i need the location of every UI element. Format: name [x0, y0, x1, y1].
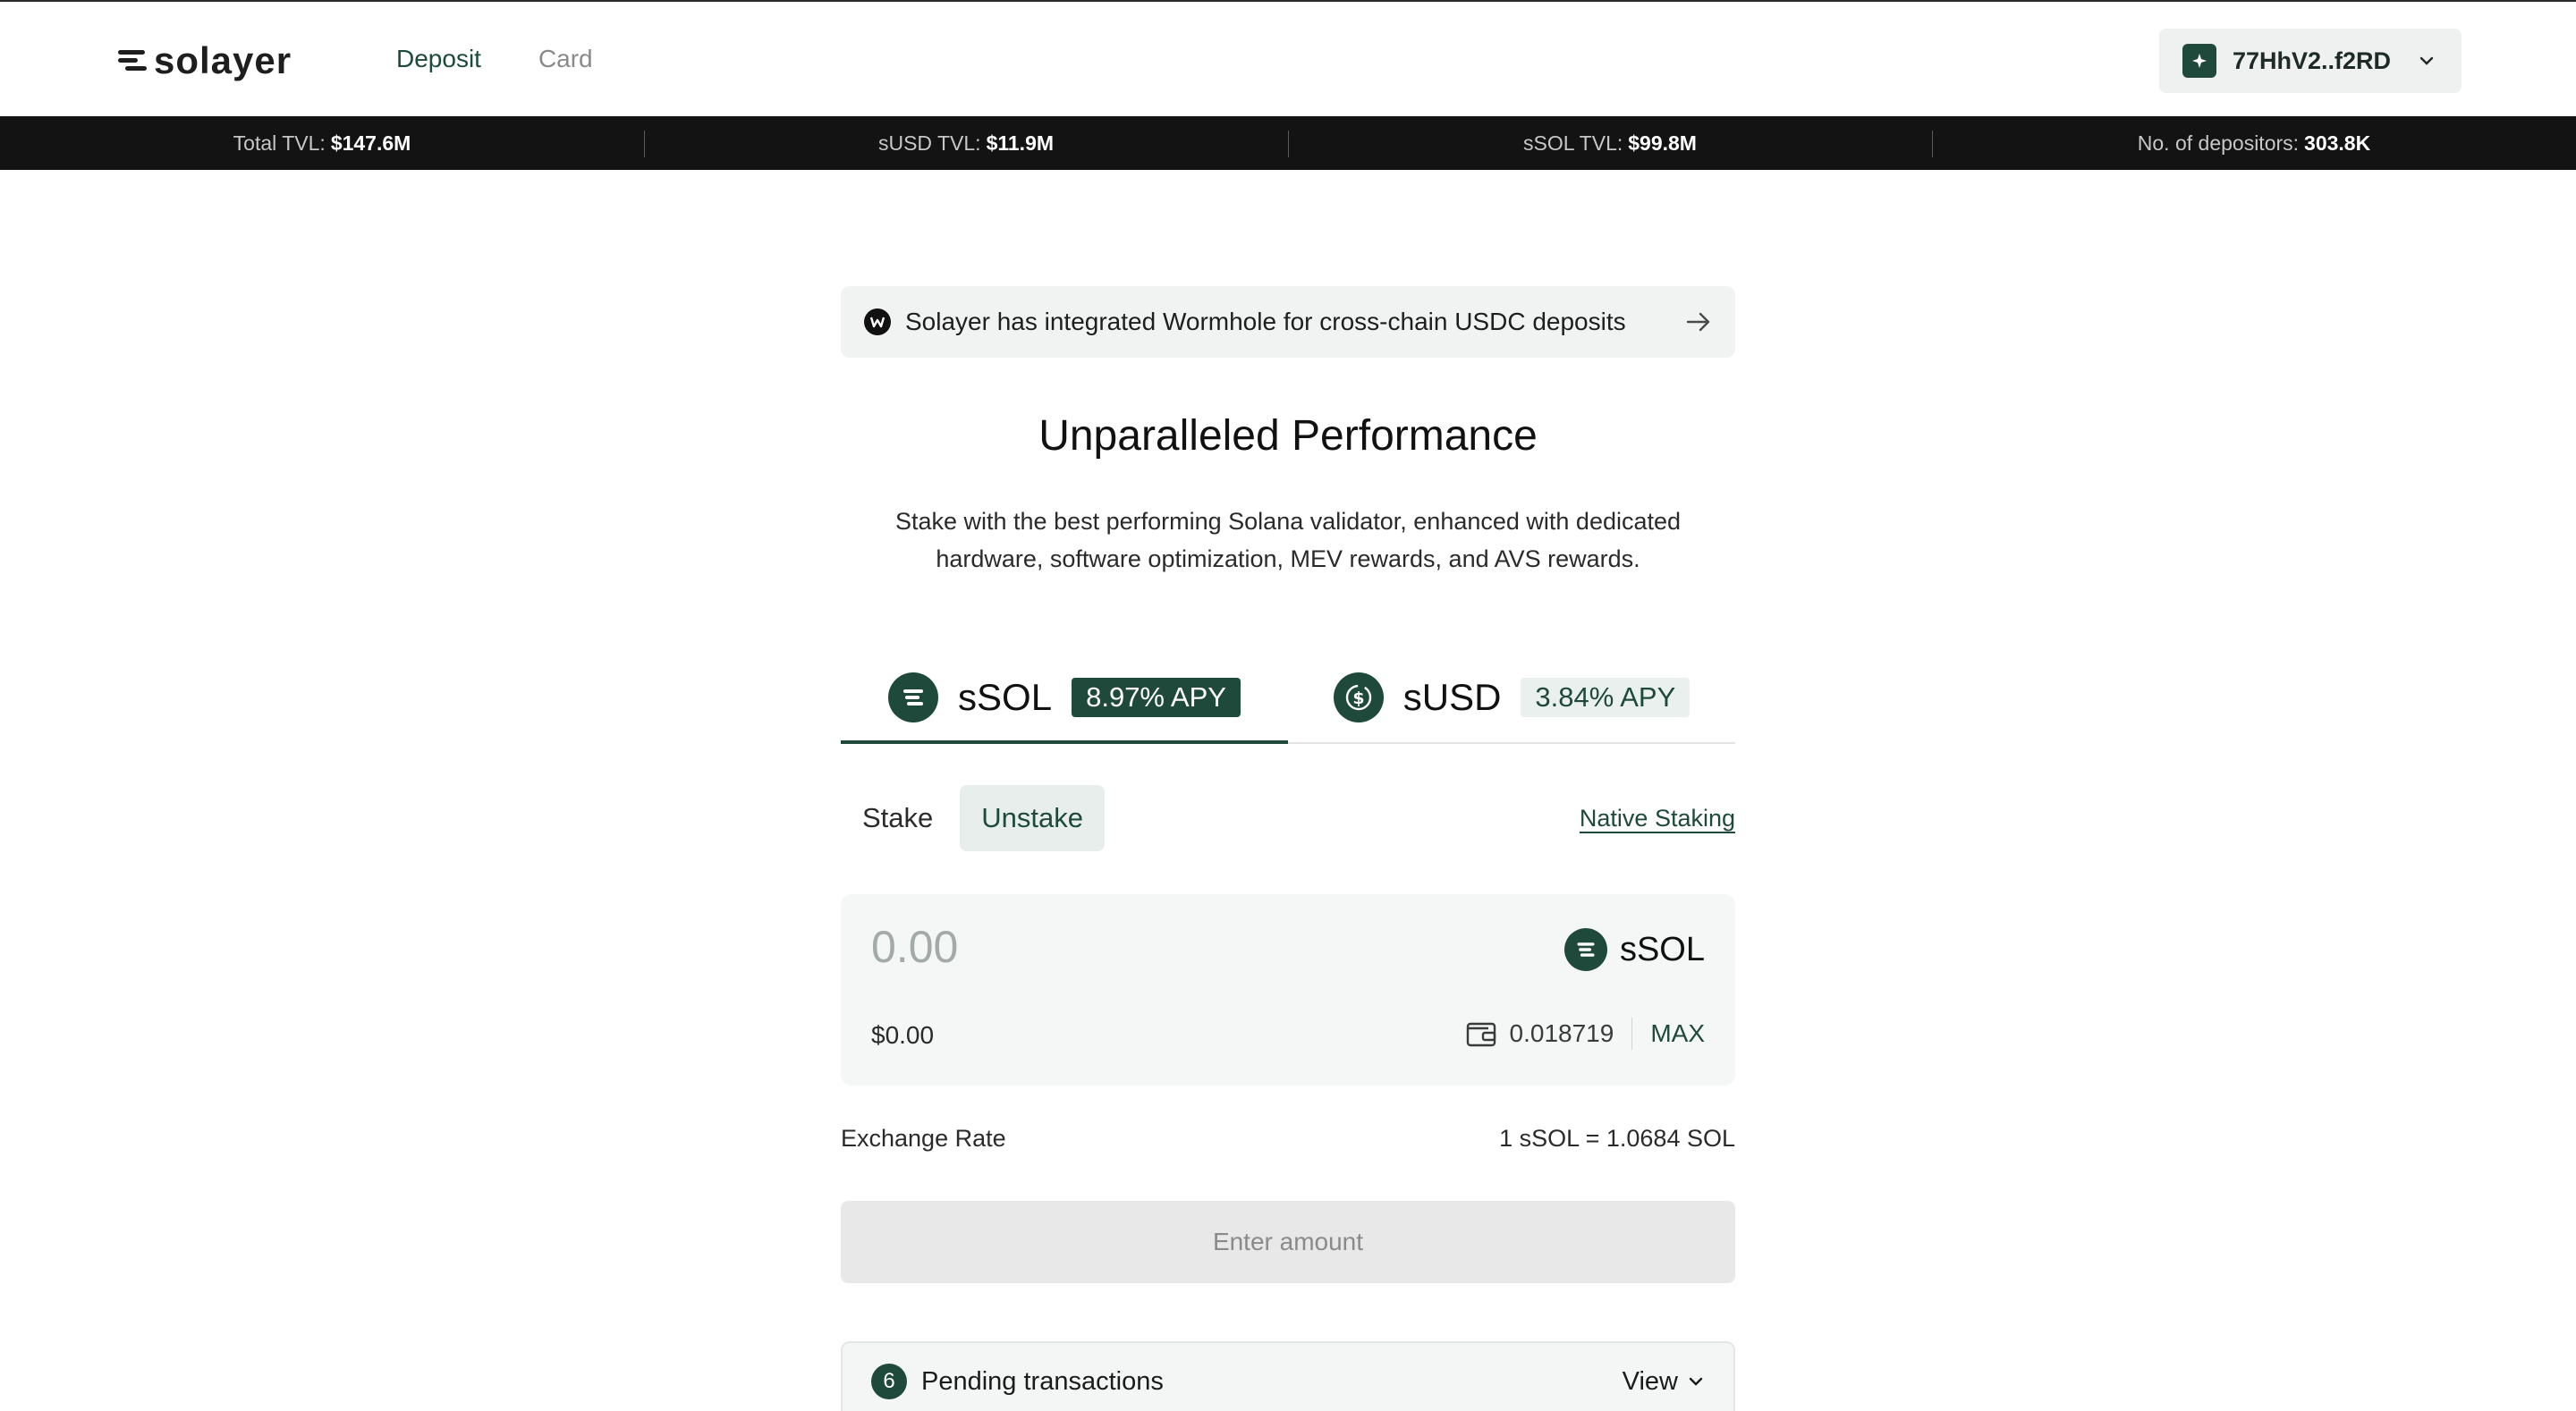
tvl-stats-bar: Total TVL: $147.6M sUSD TVL: $11.9M sSOL T… — [0, 116, 2576, 170]
stat-value: 303.8K — [2304, 131, 2371, 155]
brand-name: solayer — [154, 39, 292, 81]
tab-ssol[interactable]: sSOL 8.97% APY — [841, 653, 1288, 744]
tab-token-name: sSOL — [958, 676, 1053, 718]
stat-value: $11.9M — [986, 131, 1055, 155]
wallet-icon — [1466, 1022, 1496, 1047]
tab-susd[interactable]: $ sUSD 3.84% APY — [1288, 653, 1735, 742]
susd-token-icon: $ — [1333, 672, 1384, 722]
solayer-logo-icon — [118, 50, 147, 71]
view-button[interactable]: View — [1623, 1367, 1705, 1397]
balance-row: 0.018719 MAX — [1465, 1018, 1705, 1050]
exchange-rate-value: 1 sSOL = 1.0684 SOL — [1499, 1125, 1735, 1152]
nav-card[interactable]: Card — [538, 41, 593, 77]
amount-input-card: 0.00 sSOL $0.00 0.018719 MAX — [841, 894, 1735, 1086]
stat-ssol-tvl: sSOL TVL: $99.8M — [1288, 116, 1932, 170]
wormhole-logo-icon — [864, 308, 891, 335]
amount-input[interactable]: 0.00 — [871, 921, 958, 973]
wallet-address: 77HhV2..f2RD — [2233, 46, 2392, 74]
stat-label: Total TVL: — [233, 131, 326, 155]
apy-badge: 8.97% APY — [1072, 678, 1241, 717]
stat-label: sSOL TVL: — [1523, 131, 1623, 155]
pending-label: Pending transactions — [921, 1366, 1164, 1396]
wallet-avatar-icon — [2182, 44, 2216, 78]
main-nav: Deposit Card — [396, 41, 593, 77]
native-staking-link[interactable]: Native Staking — [1580, 805, 1735, 832]
divider — [1631, 1018, 1633, 1050]
chevron-down-icon — [1689, 1377, 1703, 1386]
view-label: View — [1622, 1366, 1678, 1396]
wallet-balance: 0.018719 — [1509, 1019, 1614, 1047]
stat-value: $147.6M — [330, 131, 411, 155]
svg-text:$: $ — [1352, 689, 1364, 708]
token-name: sSOL — [1619, 930, 1705, 968]
stake-mode-switch: Stake Unstake Native Staking — [841, 785, 1735, 851]
enter-amount-button[interactable]: Enter amount — [841, 1201, 1735, 1283]
tab-token-name: sUSD — [1402, 676, 1502, 718]
stat-label: No. of depositors: — [2137, 131, 2300, 155]
top-header: solayer Deposit Card 77HhV2..f2RD — [0, 2, 2576, 116]
wormhole-announcement-banner[interactable]: Solayer has integrated Wormhole for cros… — [841, 286, 1735, 358]
max-button[interactable]: MAX — [1650, 1019, 1705, 1048]
chevron-down-icon — [2419, 56, 2434, 65]
stat-value: $99.8M — [1628, 131, 1697, 155]
pending-transactions-bar[interactable]: 6 Pending transactions View — [841, 1341, 1735, 1411]
ssol-token-icon — [888, 672, 939, 722]
wallet-button[interactable]: 77HhV2..f2RD — [2159, 29, 2462, 93]
token-display: sSOL — [1563, 928, 1705, 971]
unstake-toggle[interactable]: Unstake — [960, 785, 1106, 851]
banner-text: Solayer has integrated Wormhole for cros… — [905, 308, 1626, 335]
exchange-rate-row: Exchange Rate 1 sSOL = 1.0684 SOL — [841, 1125, 1735, 1157]
stat-total-tvl: Total TVL: $147.6M — [0, 116, 644, 170]
ssol-token-icon — [1563, 928, 1607, 971]
stat-depositors: No. of depositors: 303.8K — [1932, 116, 2576, 170]
exchange-rate-label: Exchange Rate — [841, 1125, 1006, 1152]
solayer-logo[interactable]: solayer — [114, 39, 292, 81]
usd-value: $0.00 — [871, 1021, 935, 1049]
arrow-right-icon — [1686, 312, 1710, 332]
pending-count-badge: 6 — [871, 1364, 907, 1399]
stat-susd-tvl: sUSD TVL: $11.9M — [644, 116, 1288, 170]
nav-deposit[interactable]: Deposit — [396, 41, 481, 77]
token-tabs: sSOL 8.97% APY $ sUSD 3.84% APY — [841, 653, 1735, 744]
page-title: Unparalleled Performance — [1038, 412, 1538, 460]
apy-badge: 3.84% APY — [1521, 678, 1690, 717]
stat-label: sUSD TVL: — [877, 131, 981, 155]
stake-toggle[interactable]: Stake — [841, 785, 954, 851]
page-subtitle: Stake with the best performing Solana va… — [894, 508, 1682, 572]
